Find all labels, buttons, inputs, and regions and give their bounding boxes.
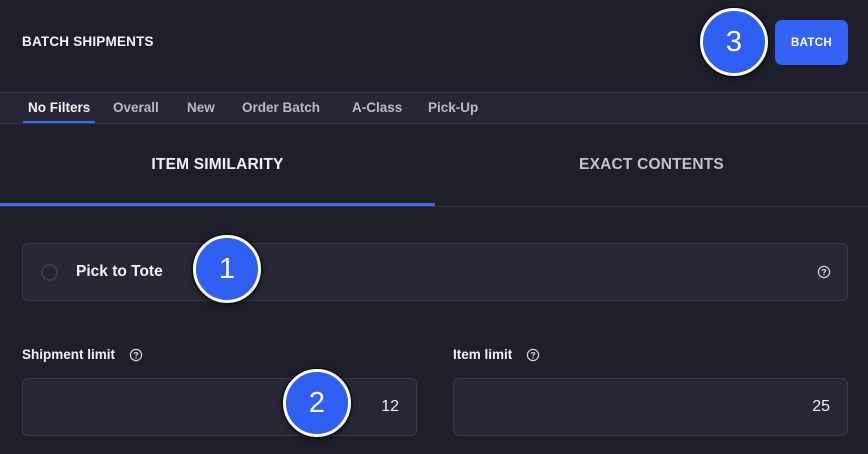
help-circle-icon[interactable]: [129, 348, 143, 362]
annotation-badge-3: 3: [700, 8, 768, 76]
item-limit-field[interactable]: [453, 378, 848, 436]
shipment-limit-label: Shipment limit: [22, 347, 143, 362]
pick-to-tote-option[interactable]: Pick to Tote: [22, 243, 848, 301]
annotation-badge-1: 1: [193, 235, 261, 303]
batch-mode-tabs: ITEM SIMILARITY EXACT CONTENTS: [0, 124, 868, 207]
tab-exact-contents[interactable]: EXACT CONTENTS: [435, 124, 868, 206]
filter-a-class[interactable]: A-Class: [352, 93, 402, 123]
item-limit-text: Item limit: [453, 347, 513, 362]
item-limit-label: Item limit: [453, 347, 540, 362]
radio-unchecked-icon[interactable]: [41, 264, 58, 281]
help-circle-icon[interactable]: [526, 348, 540, 362]
shipment-limit-text: Shipment limit: [22, 347, 116, 362]
filter-order-batch[interactable]: Order Batch: [242, 93, 320, 123]
active-tab-indicator: [0, 203, 435, 206]
annotation-badge-2: 2: [283, 369, 351, 437]
filter-pick-up[interactable]: Pick-Up: [428, 93, 478, 123]
filter-bar: No Filters Overall New Order Batch A-Cla…: [0, 92, 868, 124]
item-limit-input[interactable]: [454, 379, 847, 435]
filter-no-filters[interactable]: No Filters: [22, 93, 96, 123]
filter-new[interactable]: New: [187, 93, 215, 123]
tab-item-similarity[interactable]: ITEM SIMILARITY: [0, 124, 435, 206]
page-title: BATCH SHIPMENTS: [22, 34, 154, 49]
batch-button[interactable]: BATCH: [775, 20, 848, 65]
help-circle-icon[interactable]: [817, 265, 831, 279]
shipment-limit-input[interactable]: [23, 379, 416, 435]
shipment-limit-field[interactable]: [22, 378, 417, 436]
pick-to-tote-label: Pick to Tote: [76, 263, 163, 280]
filter-overall[interactable]: Overall: [113, 93, 159, 123]
